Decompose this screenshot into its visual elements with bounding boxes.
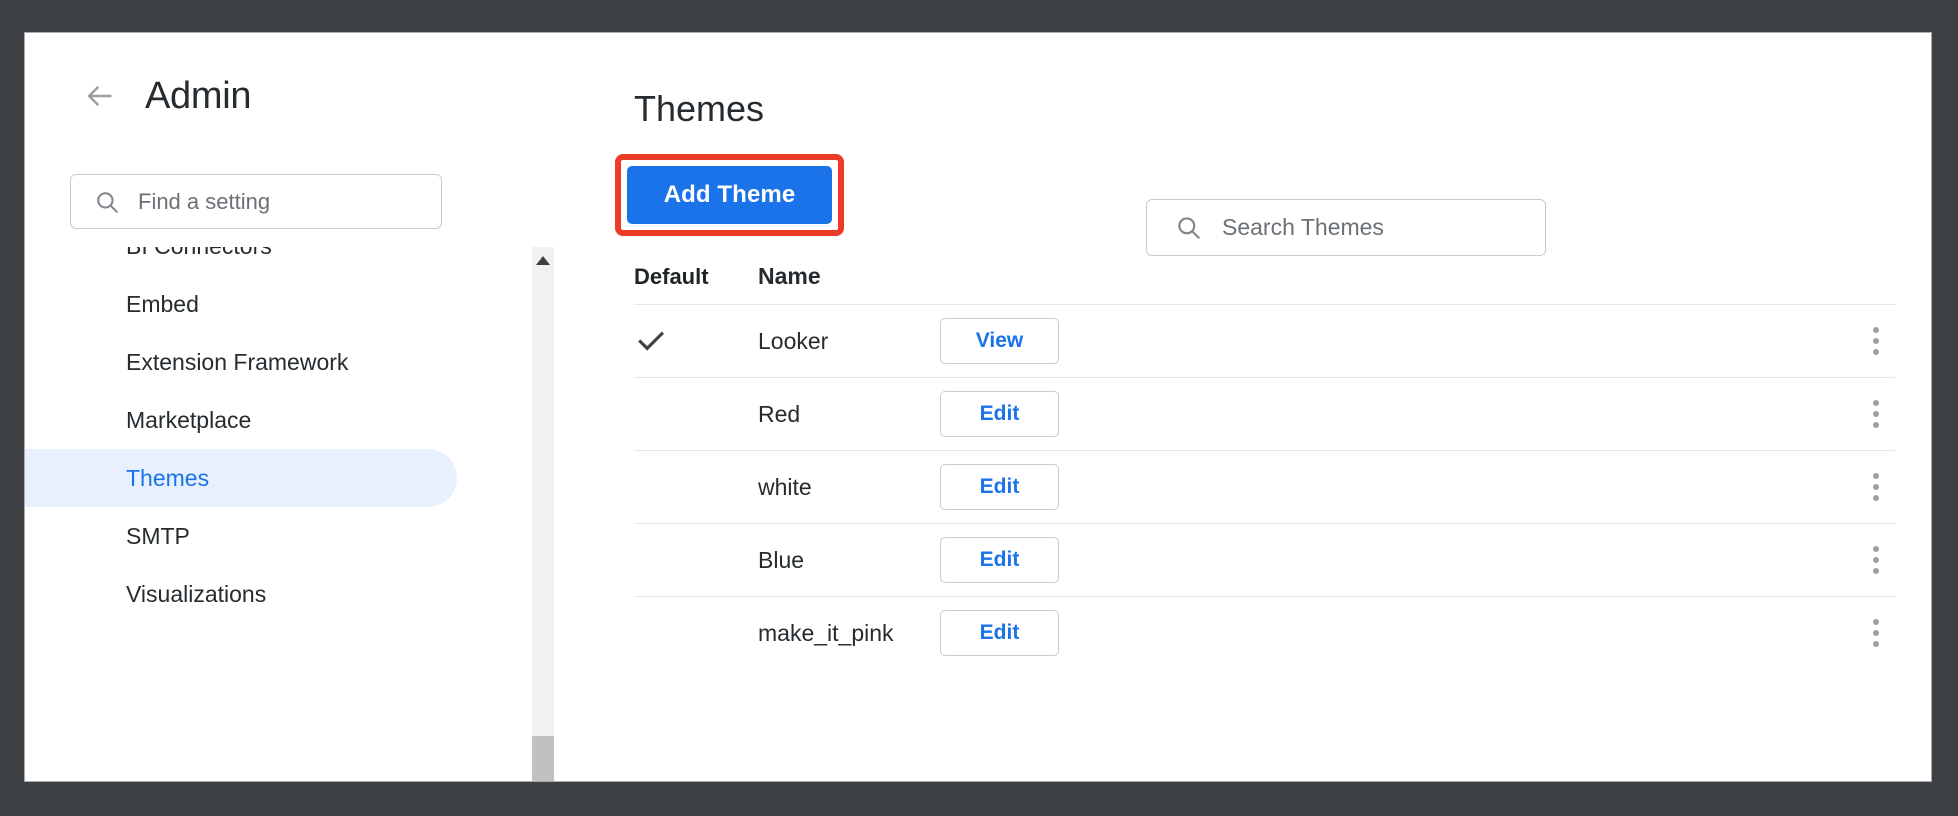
edit-theme-button[interactable]: Edit	[940, 537, 1059, 583]
sidebar-header: Admin	[25, 33, 560, 159]
menu-cell	[1240, 470, 1895, 504]
default-cell	[634, 324, 758, 358]
search-themes-input[interactable]: Search Themes	[1146, 199, 1546, 256]
kebab-menu-icon[interactable]	[1861, 397, 1891, 431]
theme-name: Looker	[758, 328, 940, 355]
kebab-dot	[1873, 473, 1879, 479]
kebab-dot	[1873, 338, 1879, 344]
kebab-menu-icon[interactable]	[1861, 543, 1891, 577]
caret-up-icon	[536, 256, 550, 265]
action-cell: Edit	[940, 391, 1240, 437]
theme-name: make_it_pink	[758, 620, 940, 647]
menu-cell	[1240, 397, 1895, 431]
table-header-row: Default Name	[634, 249, 1895, 304]
settings-nav-list: BI Connectors Embed Extension Framework …	[25, 247, 525, 781]
edit-theme-button[interactable]: Edit	[940, 391, 1059, 437]
kebab-dot	[1873, 557, 1879, 563]
find-setting-input[interactable]: Find a setting	[70, 174, 442, 229]
kebab-dot	[1873, 568, 1879, 574]
scrollbar-thumb[interactable]	[532, 736, 554, 781]
kebab-dot	[1873, 619, 1879, 625]
settings-nav-scroll-area: BI Connectors Embed Extension Framework …	[25, 247, 525, 781]
find-setting-placeholder: Find a setting	[138, 189, 270, 215]
themes-heading: Themes	[634, 91, 764, 127]
kebab-dot	[1873, 630, 1879, 636]
kebab-dot	[1873, 546, 1879, 552]
sidebar-scrollbar[interactable]	[532, 247, 554, 781]
theme-name: Blue	[758, 547, 940, 574]
themes-table: Default Name Looker View	[634, 249, 1895, 669]
kebab-dot	[1873, 327, 1879, 333]
sidebar-item-label: Themes	[126, 465, 209, 492]
theme-name: Red	[758, 401, 940, 428]
kebab-menu-icon[interactable]	[1861, 616, 1891, 650]
admin-window: Admin Find a setting BI Connectors	[24, 32, 1932, 782]
kebab-dot	[1873, 641, 1879, 647]
kebab-dot	[1873, 400, 1879, 406]
table-row: make_it_pink Edit	[634, 596, 1895, 669]
table-row: Blue Edit	[634, 523, 1895, 596]
action-cell: View	[940, 318, 1240, 364]
sidebar-item-label: BI Connectors	[126, 247, 272, 260]
search-icon	[1175, 214, 1202, 241]
sidebar-item-bi-connectors[interactable]: BI Connectors	[25, 247, 457, 275]
kebab-dot	[1873, 349, 1879, 355]
sidebar-item-label: Embed	[126, 291, 199, 318]
scroll-up-button[interactable]	[532, 247, 554, 273]
edit-theme-button[interactable]: Edit	[940, 610, 1059, 656]
sidebar-item-label: Extension Framework	[126, 349, 348, 376]
themes-main-panel: Themes Add Theme Search Themes Default N…	[560, 33, 1931, 781]
desktop-background: Admin Find a setting BI Connectors	[0, 0, 1958, 816]
action-cell: Edit	[940, 610, 1240, 656]
kebab-dot	[1873, 422, 1879, 428]
sidebar-item-marketplace[interactable]: Marketplace	[25, 391, 457, 449]
view-theme-button[interactable]: View	[940, 318, 1059, 364]
kebab-dot	[1873, 484, 1879, 490]
search-icon	[94, 189, 120, 215]
search-themes-placeholder: Search Themes	[1222, 214, 1384, 241]
table-row: white Edit	[634, 450, 1895, 523]
add-theme-highlight-annotation: Add Theme	[615, 154, 844, 236]
theme-name: white	[758, 474, 940, 501]
admin-sidebar: Admin Find a setting BI Connectors	[25, 33, 560, 781]
kebab-menu-icon[interactable]	[1861, 470, 1891, 504]
sidebar-item-extension-framework[interactable]: Extension Framework	[25, 333, 457, 391]
check-icon	[634, 324, 668, 358]
kebab-dot	[1873, 411, 1879, 417]
menu-cell	[1240, 543, 1895, 577]
kebab-dot	[1873, 495, 1879, 501]
sidebar-item-label: Marketplace	[126, 407, 251, 434]
sidebar-item-themes[interactable]: Themes	[25, 449, 457, 507]
page-title: Admin	[145, 77, 251, 115]
action-cell: Edit	[940, 464, 1240, 510]
table-row: Red Edit	[634, 377, 1895, 450]
column-header-name: Name	[758, 263, 940, 290]
sidebar-item-label: SMTP	[126, 523, 190, 550]
sidebar-item-visualizations[interactable]: Visualizations	[25, 565, 457, 623]
sidebar-item-embed[interactable]: Embed	[25, 275, 457, 333]
column-header-default: Default	[634, 264, 758, 290]
arrow-left-icon[interactable]	[82, 79, 116, 113]
menu-cell	[1240, 324, 1895, 358]
table-row: Looker View	[634, 304, 1895, 377]
edit-theme-button[interactable]: Edit	[940, 464, 1059, 510]
kebab-menu-icon[interactable]	[1861, 324, 1891, 358]
sidebar-item-label: Visualizations	[126, 581, 266, 608]
sidebar-item-smtp[interactable]: SMTP	[25, 507, 457, 565]
menu-cell	[1240, 616, 1895, 650]
action-cell: Edit	[940, 537, 1240, 583]
add-theme-button[interactable]: Add Theme	[627, 166, 832, 224]
